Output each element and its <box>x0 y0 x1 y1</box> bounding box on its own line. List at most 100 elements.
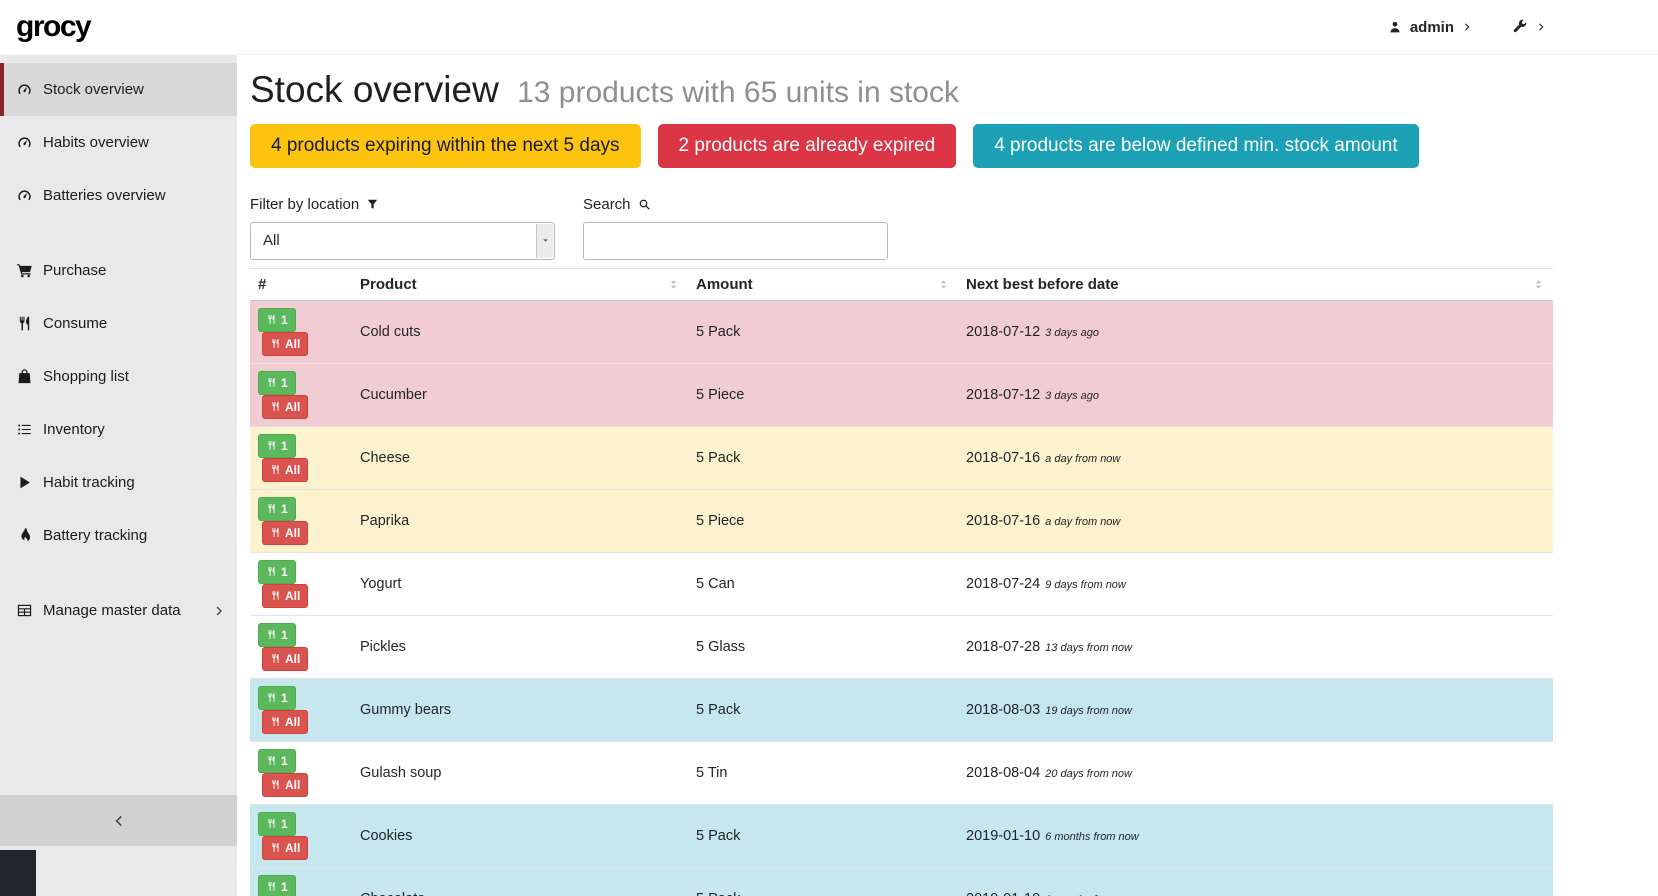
location-select[interactable]: All <box>250 222 555 260</box>
best-before-relative: 9 days from now <box>1045 579 1126 591</box>
utensils-icon <box>270 590 281 601</box>
best-before-date: 2018-07-2813 days from now <box>958 615 1553 678</box>
table-row: 1AllChocolate5 Pack2019-01-106 months fr… <box>250 867 1553 896</box>
utensils-icon <box>270 527 281 538</box>
wrench-icon <box>1512 19 1528 35</box>
row-actions: 1All <box>250 426 352 489</box>
utensils-icon <box>270 716 281 727</box>
collapse-sidebar-button[interactable] <box>0 795 237 846</box>
status-badge-1[interactable]: 2 products are already expired <box>658 124 957 168</box>
column-header-amount[interactable]: Amount <box>688 268 958 300</box>
row-actions: 1All <box>250 300 352 363</box>
utensils-icon <box>266 755 277 766</box>
user-menu[interactable]: admin <box>1388 19 1472 36</box>
location-select-value: All <box>263 232 280 249</box>
table-row: 1AllPaprika5 Piece2018-07-16a day from n… <box>250 489 1553 552</box>
page-subtitle: 13 products with 65 units in stock <box>517 76 959 109</box>
consume-all-button[interactable]: All <box>262 584 308 608</box>
sidebar-item-consume[interactable]: Consume <box>0 297 237 350</box>
consume-all-button[interactable]: All <box>262 710 308 734</box>
best-before-date: 2018-07-249 days from now <box>958 552 1553 615</box>
consume-one-button[interactable]: 1 <box>258 812 296 836</box>
stock-table: #ProductAmountNext best before date 1All… <box>250 268 1553 896</box>
grocy-logo[interactable]: grocy <box>16 10 90 44</box>
sidebar-item-habit-tracking[interactable]: Habit tracking <box>0 456 237 509</box>
status-badge-2[interactable]: 4 products are below defined min. stock … <box>973 124 1418 168</box>
consume-all-button[interactable]: All <box>262 836 308 860</box>
product-amount: 5 Pack <box>688 426 958 489</box>
product-name: Cold cuts <box>352 300 688 363</box>
status-badge-0[interactable]: 4 products expiring within the next 5 da… <box>250 124 641 168</box>
consume-all-button[interactable]: All <box>262 773 308 797</box>
column-header-product[interactable]: Product <box>352 268 688 300</box>
consume-all-button[interactable]: All <box>262 458 308 482</box>
best-before-date: 2018-07-123 days ago <box>958 363 1553 426</box>
sidebar-item-battery-tracking[interactable]: Battery tracking <box>0 509 237 562</box>
column-header-next-best-before-date[interactable]: Next best before date <box>958 268 1553 300</box>
consume-one-button[interactable]: 1 <box>258 497 296 521</box>
sidebar-item-manage-master-data[interactable]: Manage master data <box>0 584 237 637</box>
product-name: Cheese <box>352 426 688 489</box>
sidebar-item-stock-overview[interactable]: Stock overview <box>0 63 237 116</box>
chevron-right-icon <box>1462 22 1472 32</box>
sidebar-item-batteries-overview[interactable]: Batteries overview <box>0 169 237 222</box>
consume-one-button[interactable]: 1 <box>258 749 296 773</box>
search-icon <box>638 198 651 211</box>
table-row: 1AllCold cuts5 Pack2018-07-123 days ago <box>250 300 1553 363</box>
settings-menu[interactable] <box>1512 19 1546 35</box>
utensils-icon <box>266 440 277 451</box>
filter-label-text: Filter by location <box>250 196 359 213</box>
row-actions: 1All <box>250 552 352 615</box>
consume-one-button[interactable]: 1 <box>258 875 296 896</box>
list-icon <box>16 421 33 438</box>
sidebar-item-shopping-list[interactable]: Shopping list <box>0 350 237 403</box>
table-row: 1All Pickles5 Glass2018-07-2813 days from… <box>250 615 1553 678</box>
best-before-relative: 19 days from now <box>1045 705 1132 717</box>
consume-all-button[interactable]: All <box>262 395 308 419</box>
row-actions: 1All <box>250 867 352 896</box>
utensils-icon <box>266 503 277 514</box>
filter-bar: Filter by location All Search <box>250 196 1658 260</box>
sidebar-item-purchase[interactable]: Purchase <box>0 244 237 297</box>
utensils-icon <box>16 315 33 332</box>
utensils-icon <box>266 377 277 388</box>
product-amount: 5 Tin <box>688 741 958 804</box>
product-name: Cucumber <box>352 363 688 426</box>
table-row: 1AllGulash soup5 Tin2018-08-0420 days fr… <box>250 741 1553 804</box>
best-before-date: 2018-07-123 days ago <box>958 300 1553 363</box>
sidebar-item-label: Purchase <box>43 262 106 279</box>
consume-one-button[interactable]: 1 <box>258 371 296 395</box>
cart-icon <box>16 262 33 279</box>
consume-all-button[interactable]: All <box>262 521 308 545</box>
search-input[interactable] <box>583 222 888 260</box>
search-group: Search <box>583 196 888 260</box>
consume-one-button[interactable]: 1 <box>258 686 296 710</box>
utensils-icon <box>270 464 281 475</box>
consume-one-button[interactable]: 1 <box>258 623 296 647</box>
consume-one-button[interactable]: 1 <box>258 560 296 584</box>
utensils-icon <box>270 842 281 853</box>
search-label: Search <box>583 196 888 213</box>
sidebar-item-habits-overview[interactable]: Habits overview <box>0 116 237 169</box>
dark-corner-box <box>0 850 36 896</box>
consume-all-button[interactable]: All <box>262 647 308 671</box>
row-actions: 1All <box>250 804 352 867</box>
product-name: Pickles <box>352 615 688 678</box>
sidebar-item-label: Stock overview <box>43 81 144 98</box>
best-before-date: 2018-08-0319 days from now <box>958 678 1553 741</box>
sidebar-item-inventory[interactable]: Inventory <box>0 403 237 456</box>
wrench-icon <box>1512 19 1528 35</box>
search-icon <box>638 198 651 211</box>
consume-one-button[interactable]: 1 <box>258 308 296 332</box>
main-content: Stock overview 13 products with 65 units… <box>237 55 1658 896</box>
caret-down-icon <box>541 236 550 245</box>
column-header-actions: # <box>250 268 352 300</box>
consume-all-button[interactable]: All <box>262 332 308 356</box>
chevron-left-icon <box>112 814 126 828</box>
product-name: Paprika <box>352 489 688 552</box>
tachometer-icon <box>16 187 33 204</box>
product-amount: 5 Glass <box>688 615 958 678</box>
person-icon <box>1388 20 1402 34</box>
consume-one-button[interactable]: 1 <box>258 434 296 458</box>
play-icon <box>16 474 33 491</box>
